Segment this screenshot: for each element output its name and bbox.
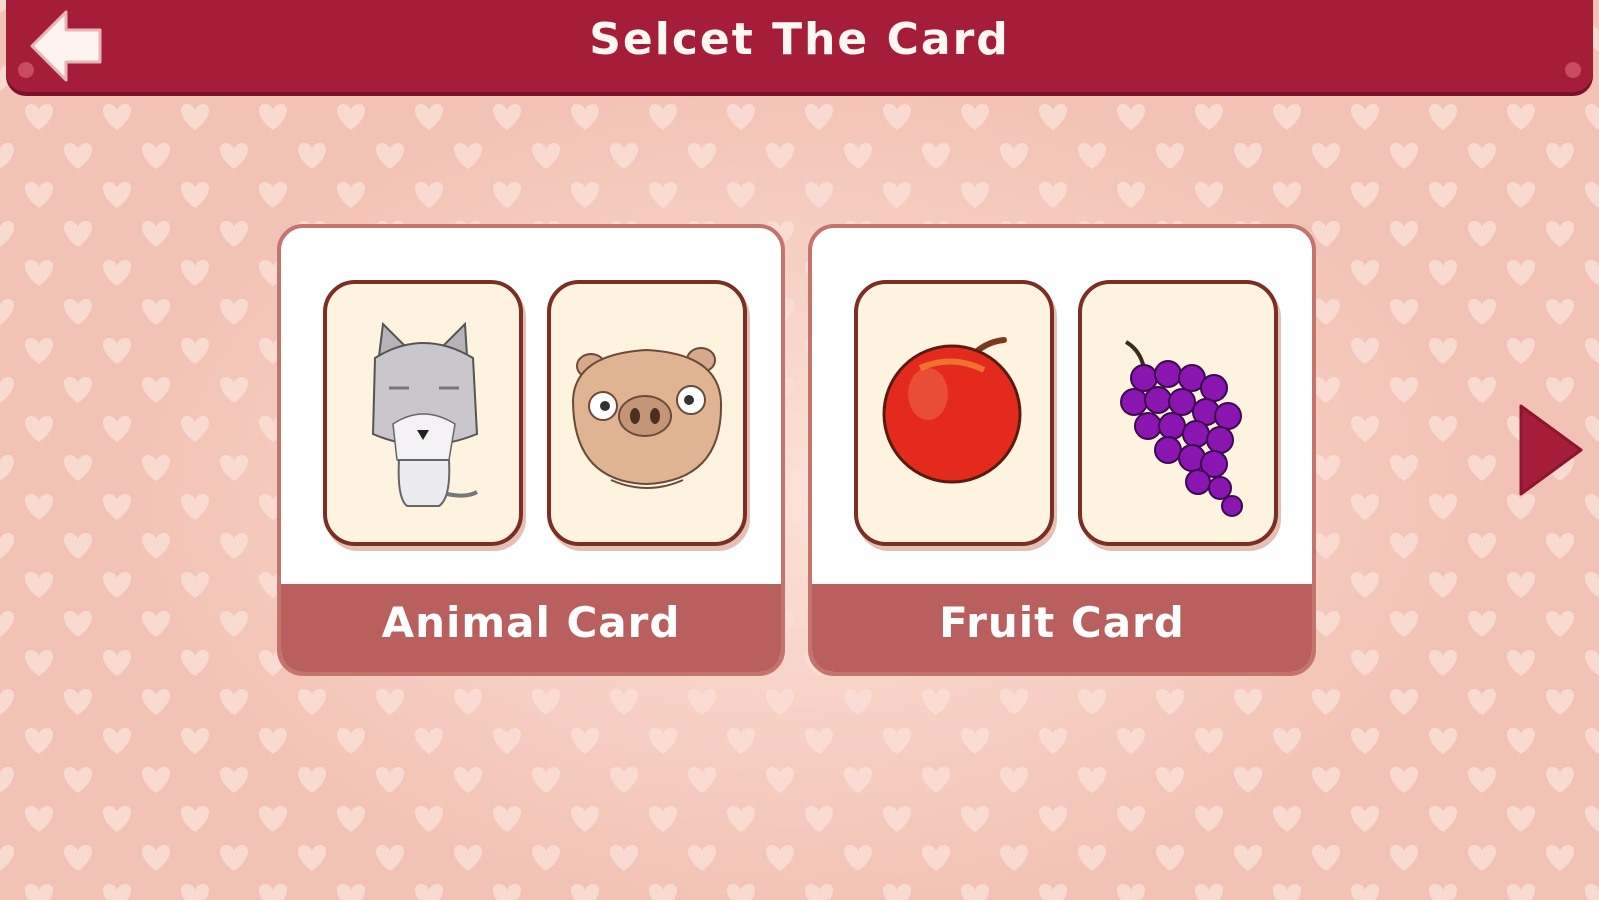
grapes-icon xyxy=(1120,340,1243,517)
fruit-card-label: Fruit Card xyxy=(939,598,1185,647)
fruit-card-label-bar: Fruit Card xyxy=(812,584,1312,672)
back-button[interactable] xyxy=(26,6,106,86)
page-title: Selcet The Card xyxy=(589,14,1010,65)
fruit-card-deck[interactable]: Fruit Card xyxy=(808,224,1316,676)
play-right-icon xyxy=(1519,404,1583,496)
next-page-button[interactable] xyxy=(1515,400,1585,500)
pig-tile xyxy=(547,280,747,546)
heart-pattern-background xyxy=(0,0,1599,900)
wolf-tile xyxy=(323,280,523,546)
game-screen: Selcet The Card Animal Card Fruit Card xyxy=(0,0,1599,900)
animal-card-label: Animal Card xyxy=(381,598,681,647)
apple-icon xyxy=(882,337,1022,484)
grapes-tile xyxy=(1078,280,1278,546)
animal-card-deck[interactable]: Animal Card xyxy=(277,224,785,676)
header-bar: Selcet The Card xyxy=(6,0,1593,92)
wolf-icon xyxy=(371,321,479,507)
animal-card-label-bar: Animal Card xyxy=(281,584,781,672)
pig-icon xyxy=(571,347,723,489)
back-arrow-icon xyxy=(30,10,102,82)
apple-tile xyxy=(854,280,1054,546)
